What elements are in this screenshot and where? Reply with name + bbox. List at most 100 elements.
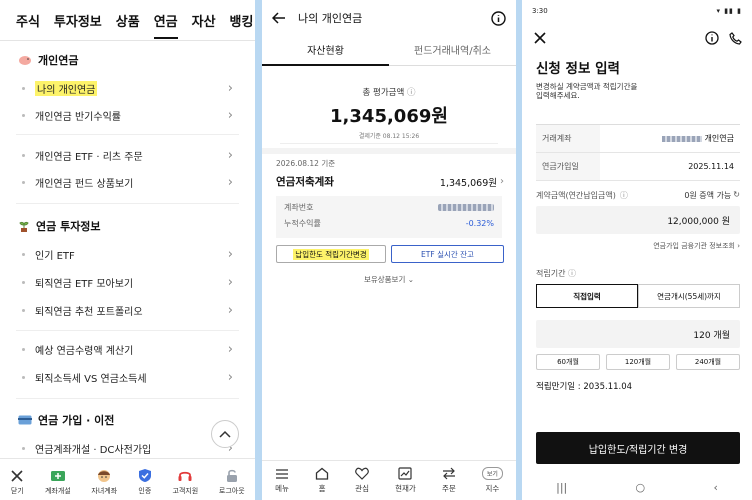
divider bbox=[16, 134, 239, 135]
section-pension-join: 연금 가입 · 이전 bbox=[18, 412, 114, 428]
preset-120-button[interactable]: 120개월 bbox=[606, 354, 670, 370]
tab-stock[interactable]: 주식 bbox=[16, 7, 40, 34]
refresh-icon[interactable]: ↻ bbox=[733, 190, 740, 201]
back-chevron-icon[interactable]: ‹ bbox=[713, 481, 717, 494]
tab-bar: 자산현황 펀드거래내역/취소 bbox=[262, 38, 516, 66]
phone-icon bbox=[729, 31, 742, 45]
limit-period-change-button[interactable]: 납입한도 적립기간변경 bbox=[276, 245, 386, 263]
tab-invest-info[interactable]: 투자정보 bbox=[54, 7, 102, 34]
amount-hint: 0원 증액 가능 bbox=[684, 191, 732, 200]
nav-home[interactable]: 홈 bbox=[315, 467, 329, 494]
menu-item-half-year-return[interactable]: 개인연금 반기수익률 › bbox=[22, 104, 255, 126]
tab-pension[interactable]: 연금 bbox=[153, 7, 178, 39]
logout-button[interactable]: 로그아웃 bbox=[219, 468, 245, 496]
home-circle-icon[interactable]: ○ bbox=[636, 481, 646, 494]
scroll-top-button[interactable] bbox=[211, 420, 239, 448]
until-age55-option[interactable]: 연금개시(55세)까지 bbox=[638, 284, 740, 308]
info-icon bbox=[705, 31, 719, 45]
chevron-right-icon: › bbox=[500, 176, 504, 187]
open-account-button[interactable]: 계좌개설 bbox=[45, 469, 71, 496]
account-name: 연금저축계좌 bbox=[276, 176, 334, 188]
section-pension-info: 연금 투자정보 bbox=[18, 218, 101, 234]
close-button[interactable]: 닫기 bbox=[10, 469, 24, 496]
nav-index[interactable]: 보기 지수 bbox=[481, 467, 503, 494]
divider bbox=[16, 398, 239, 399]
heart-icon bbox=[355, 467, 369, 480]
period-mode-toggle: 직접입력 연금개시(55세)까지 bbox=[536, 284, 740, 308]
tab-products[interactable]: 상품 bbox=[116, 7, 140, 34]
account-row[interactable]: 연금저축계좌 1,345,069원 › bbox=[276, 174, 504, 189]
phone-button[interactable] bbox=[729, 31, 742, 45]
home-icon bbox=[315, 467, 329, 480]
close-button[interactable] bbox=[534, 32, 546, 44]
back-button[interactable] bbox=[272, 12, 286, 24]
tab-fund-history[interactable]: 펀드거래내역/취소 bbox=[389, 38, 516, 65]
tab-asset-status[interactable]: 자산현황 bbox=[262, 38, 389, 66]
android-nav-bar: ||| ○ ‹ bbox=[522, 478, 752, 496]
nav-order[interactable]: 주문 bbox=[442, 467, 456, 494]
menu-item-portfolio[interactable]: 퇴직연금 추천 포트폴리오 › bbox=[22, 299, 255, 321]
nav-price[interactable]: 현재가 bbox=[395, 467, 416, 494]
bottom-action-bar: 닫기 계좌개설 자녀계좌 인증 고객지원 로그아웃 bbox=[0, 458, 255, 500]
section-personal-pension: 개인연금 bbox=[18, 52, 78, 68]
etf-realtime-balance-button[interactable]: ETF 실시간 잔고 bbox=[391, 245, 504, 263]
divider bbox=[0, 40, 255, 41]
chevron-right-icon: › bbox=[227, 80, 233, 96]
menu-item-my-pension[interactable]: 나의 개인연금 › bbox=[22, 77, 255, 99]
menu-item-fund-products[interactable]: 개인연금 펀드 상품보기 › bbox=[22, 171, 255, 193]
child-icon bbox=[98, 470, 111, 482]
info-button[interactable] bbox=[705, 31, 719, 45]
nav-menu[interactable]: 메뉴 bbox=[275, 468, 289, 494]
menu-item-pension-calculator[interactable]: 예상 연금수령액 계산기 › bbox=[22, 338, 255, 360]
piggy-bank-icon bbox=[18, 54, 32, 66]
status-bar: 3:30 ▾ ▮▮ ▮ bbox=[522, 0, 752, 22]
direct-input-option[interactable]: 직접입력 bbox=[536, 284, 638, 308]
close-icon bbox=[11, 470, 23, 482]
institution-info-link[interactable]: 연금가입 금융기관 정보조회 › bbox=[653, 241, 740, 251]
chevron-right-icon: › bbox=[227, 246, 233, 262]
total-label: 총 평가금액 bbox=[362, 88, 405, 98]
info-icon bbox=[491, 10, 506, 26]
divider bbox=[16, 203, 239, 204]
preset-240-button[interactable]: 240개월 bbox=[676, 354, 740, 370]
preset-60-button[interactable]: 60개월 bbox=[536, 354, 600, 370]
menu-item-tax-compare[interactable]: 퇴직소득세 VS 연금소득세 › bbox=[22, 366, 255, 388]
info-button[interactable] bbox=[491, 10, 506, 26]
account-value: 1,345,069원 bbox=[439, 177, 497, 189]
chevron-right-icon: › bbox=[227, 369, 233, 385]
child-account-button[interactable]: 자녀계좌 bbox=[91, 469, 117, 496]
months-input[interactable]: 120 개월 bbox=[536, 320, 740, 348]
submit-change-button[interactable]: 납입한도/적립기간 변경 bbox=[536, 432, 740, 464]
certificate-button[interactable]: 인증 bbox=[138, 468, 152, 496]
return-value: -0.32% bbox=[465, 219, 494, 228]
masked-account-number bbox=[661, 135, 702, 142]
hamburger-icon bbox=[276, 468, 289, 479]
page-subtitle: 변경하실 계약금액과 적립기간을 입력해주세요. bbox=[536, 82, 638, 100]
tab-banking[interactable]: 뱅킹 bbox=[230, 7, 254, 34]
headset-icon bbox=[178, 471, 192, 481]
customer-support-button[interactable]: 고객지원 bbox=[172, 469, 198, 496]
menu-item-popular-etf[interactable]: 인기 ETF › bbox=[22, 243, 255, 265]
maturity-date: 적립만기일 : 2035.11.04 bbox=[536, 382, 633, 392]
menu-item-etf-order[interactable]: 개인연금 ETF · 리츠 주문 › bbox=[22, 144, 255, 166]
chevron-up-icon bbox=[219, 430, 231, 438]
chart-icon bbox=[398, 467, 413, 480]
info-icon[interactable]: ⓘ bbox=[568, 269, 576, 278]
nav-favorites[interactable]: 관심 bbox=[355, 467, 369, 494]
info-icon[interactable]: ⓘ bbox=[407, 88, 416, 98]
account-add-icon bbox=[50, 471, 65, 481]
info-icon[interactable]: ⓘ bbox=[620, 190, 628, 201]
arrow-left-icon bbox=[272, 12, 285, 24]
menu-item-retirement-etf[interactable]: 퇴직연금 ETF 모아보기 › bbox=[22, 271, 255, 293]
plant-icon bbox=[18, 220, 30, 232]
holdings-toggle[interactable]: 보유상품보기 ⌄ bbox=[262, 274, 516, 285]
table-row: 거래계좌 개인연금 bbox=[536, 125, 740, 153]
chevron-right-icon: › bbox=[227, 107, 233, 123]
amount-input[interactable]: 12,000,000 원 bbox=[536, 206, 740, 234]
recent-apps-icon[interactable]: ||| bbox=[556, 481, 567, 494]
swap-icon bbox=[442, 467, 455, 480]
chevron-right-icon: › bbox=[737, 242, 740, 250]
tab-assets[interactable]: 자산 bbox=[192, 7, 216, 34]
view-badge: 보기 bbox=[481, 467, 503, 480]
masked-account-number bbox=[438, 204, 494, 211]
